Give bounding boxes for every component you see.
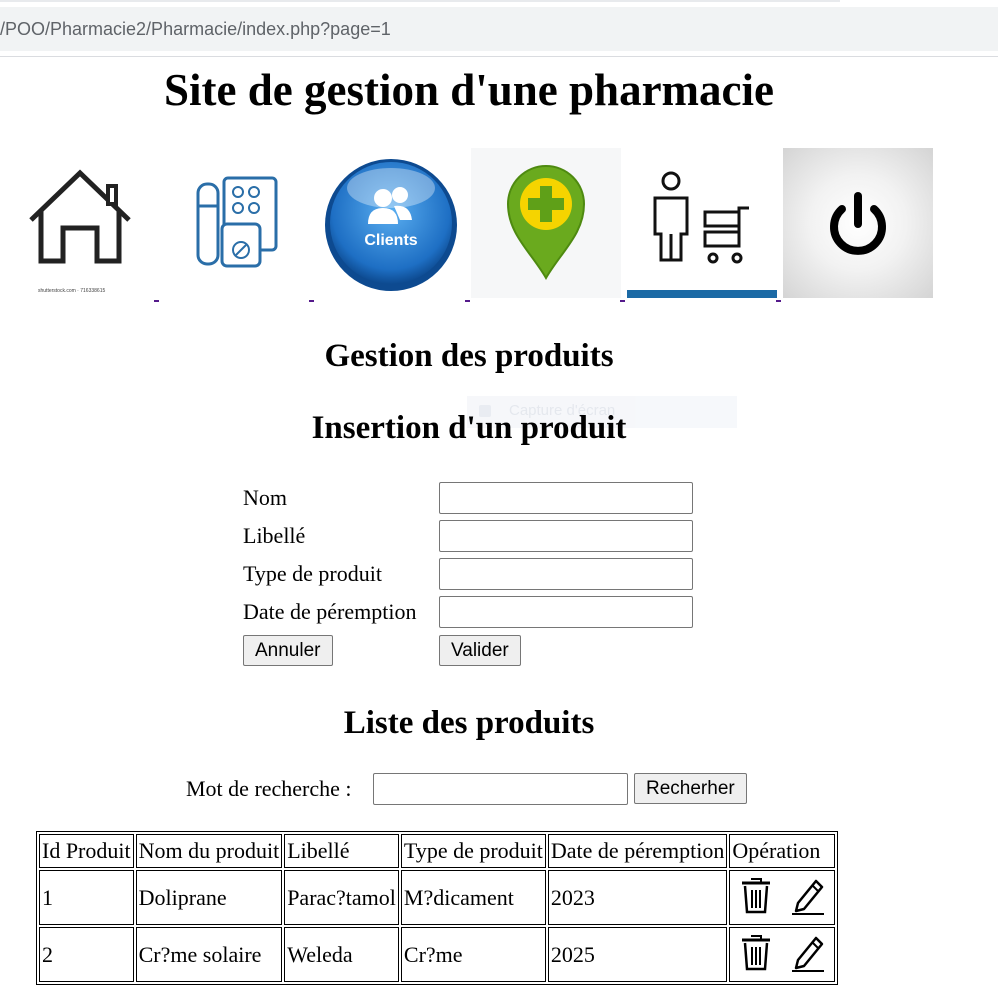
address-url: /POO/Pharmacie2/Pharmacie/index.php?page… — [0, 19, 391, 39]
type-label: Type de produit — [243, 561, 382, 586]
delete-button[interactable] — [740, 932, 772, 978]
toolbar-divider — [0, 56, 998, 57]
header-libelle: Libellé — [284, 834, 399, 868]
cell-id: 2 — [39, 927, 134, 982]
form-row-nom: Nom — [243, 482, 703, 514]
cell-nom: Cr?me solaire — [135, 927, 283, 982]
search-bar: Mot de recherche : Recherher — [186, 773, 786, 807]
cell-libelle: Parac?tamol — [284, 870, 399, 925]
delete-button[interactable] — [740, 875, 772, 921]
libelle-field[interactable] — [439, 520, 693, 552]
search-label: Mot de recherche : — [186, 776, 352, 801]
header-operation: Opération — [729, 834, 836, 868]
cell-type: Cr?me — [400, 927, 546, 982]
table-header-row: Id Produit Nom du produit Libellé Type d… — [39, 834, 836, 868]
cell-libelle: Weleda — [284, 927, 399, 982]
libelle-label: Libellé — [243, 523, 306, 548]
cancel-button[interactable]: Annuler — [243, 635, 333, 666]
pencil-icon — [792, 879, 825, 915]
cell-operation — [729, 870, 836, 925]
search-button[interactable]: Recherher — [634, 773, 747, 804]
table-row: 2 Cr?me solaire Weleda Cr?me 2025 — [39, 927, 836, 982]
clients-icon: Clients — [316, 148, 466, 298]
address-bar[interactable]: /POO/Pharmacie2/Pharmacie/index.php?page… — [0, 7, 998, 51]
header-date: Date de péremption — [547, 834, 728, 868]
section-heading-gestion: Gestion des produits — [324, 338, 614, 374]
power-icon — [783, 148, 933, 298]
form-row-type: Type de produit — [243, 558, 703, 590]
home-image-caption: shutterstock.com · 716338615 — [38, 288, 106, 294]
cell-date: 2025 — [547, 927, 728, 982]
trash-icon — [742, 877, 771, 913]
site-title: Site de gestion d'une pharmacie — [163, 65, 774, 115]
nav-clients-link[interactable]: Clients — [316, 148, 470, 302]
products-table: Id Produit Nom du produit Libellé Type d… — [36, 831, 839, 985]
table-row: 1 Doliprane Parac?tamol M?dicament 2023 — [39, 870, 836, 925]
form-row-libelle: Libellé — [243, 520, 703, 552]
nav-home-link[interactable]: shutterstock.com · 716338615 — [5, 148, 159, 302]
medicine-icon — [160, 148, 310, 298]
section-heading-liste: Liste des produits — [343, 705, 595, 741]
pencil-icon — [792, 936, 825, 972]
cell-date: 2023 — [547, 870, 728, 925]
home-icon: shutterstock.com · 716338615 — [5, 148, 155, 298]
edit-button[interactable] — [790, 875, 826, 921]
cell-operation — [729, 927, 836, 982]
nav-products-link[interactable] — [160, 148, 314, 302]
nom-label: Nom — [243, 485, 287, 510]
cell-id: 1 — [39, 870, 134, 925]
date-field[interactable] — [439, 596, 693, 628]
cell-nom: Doliprane — [135, 870, 283, 925]
cell-type: M?dicament — [400, 870, 546, 925]
nav-pharmacy-link[interactable] — [471, 148, 625, 302]
person-cart-icon — [627, 148, 777, 298]
edit-button[interactable] — [790, 932, 826, 978]
clients-icon-label: Clients — [364, 232, 418, 249]
nom-field[interactable] — [439, 482, 693, 514]
date-label: Date de péremption — [243, 599, 417, 624]
submit-button[interactable]: Valider — [439, 635, 521, 666]
nav-logout-link[interactable] — [783, 148, 933, 298]
main-nav: shutterstock.com · 716338615 Clients — [0, 148, 998, 308]
type-field[interactable] — [439, 558, 693, 590]
browser-top-edge — [0, 0, 840, 2]
pharmacy-location-icon — [471, 148, 621, 298]
form-row-date: Date de péremption — [243, 596, 703, 628]
header-nom: Nom du produit — [135, 834, 283, 868]
header-type: Type de produit — [400, 834, 546, 868]
section-heading-insertion: Insertion d'un produit — [311, 410, 627, 446]
trash-icon — [742, 934, 771, 970]
header-id: Id Produit — [39, 834, 134, 868]
search-input[interactable] — [373, 773, 628, 805]
nav-staff-link[interactable] — [627, 148, 781, 302]
